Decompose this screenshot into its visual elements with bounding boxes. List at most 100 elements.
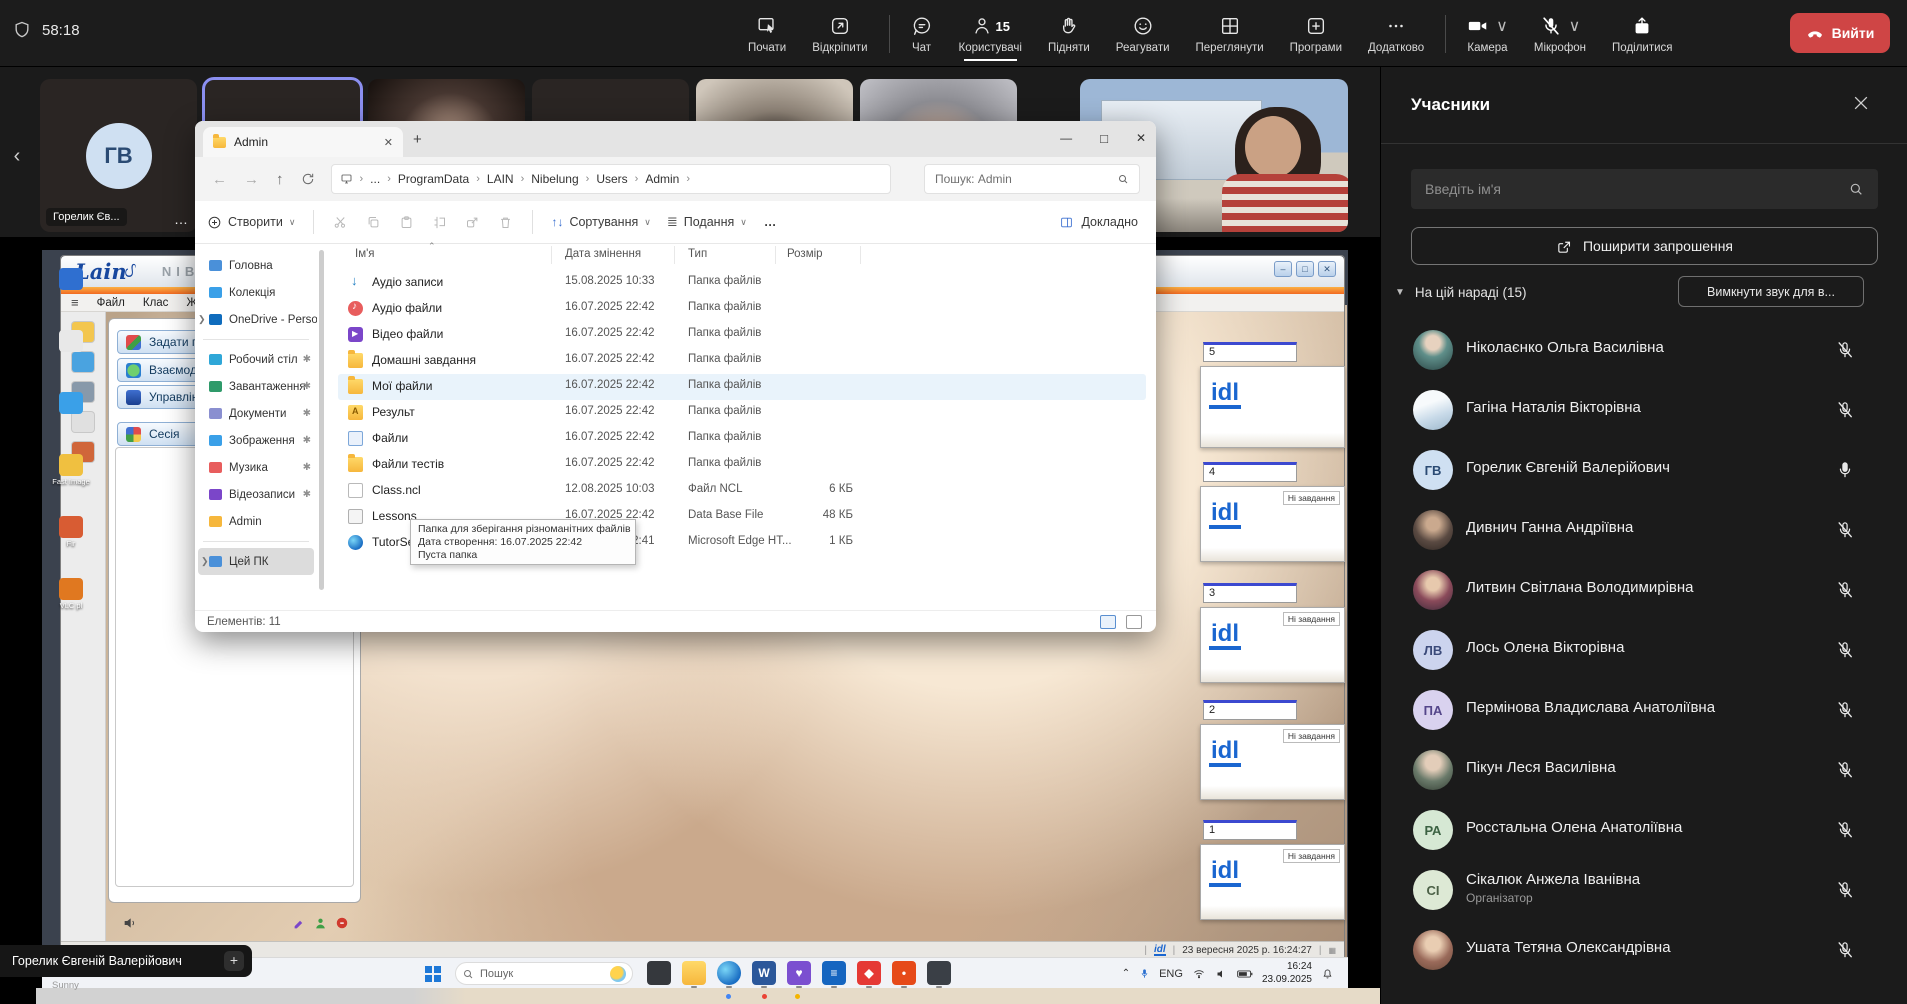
participant-row[interactable]: СІСікалюк Анжела ІванівнаОрганізатор xyxy=(1381,860,1907,920)
crumb-ProgramData[interactable]: ProgramData xyxy=(398,172,469,186)
nav-item-головна[interactable]: Головна xyxy=(195,252,317,279)
toolbar-камера[interactable]: ∨Камера xyxy=(1454,0,1521,67)
edge-icon[interactable] xyxy=(717,961,741,985)
plus-icon[interactable]: + xyxy=(224,951,244,971)
record-stop-icon[interactable] xyxy=(335,916,349,930)
explorer-tab-admin[interactable]: Admin ✕ xyxy=(203,127,403,157)
rename-icon[interactable] xyxy=(432,215,447,230)
chevron-down-icon[interactable]: ∨ xyxy=(1569,16,1581,36)
toolbar-додатково[interactable]: Додатково xyxy=(1355,0,1437,67)
toolbar-програми[interactable]: Програми xyxy=(1277,0,1355,67)
nav-item-зображення[interactable]: Зображення✱ xyxy=(195,427,317,454)
expander-icon[interactable]: ❯ xyxy=(201,556,209,567)
nav-item-admin[interactable]: Admin xyxy=(195,508,317,535)
desktop-icon-3[interactable] xyxy=(46,392,96,416)
col-name[interactable]: Ім'я xyxy=(355,248,375,260)
desktop-icon-6[interactable]: VLC pl xyxy=(46,578,96,610)
language-indicator[interactable]: ENG xyxy=(1159,968,1183,980)
col-size[interactable]: Розмір xyxy=(787,248,823,260)
crumb-Admin[interactable]: Admin xyxy=(645,172,679,186)
mic-muted-icon[interactable] xyxy=(1835,760,1855,780)
copy-icon[interactable] xyxy=(366,215,381,230)
student-window-3[interactable]: idlНі завдання xyxy=(1200,607,1345,683)
desktop-icon-4[interactable]: Fast Image xyxy=(46,454,96,486)
new-button[interactable]: Створити∨ xyxy=(207,215,295,230)
participant-row[interactable]: ЛВЛось Олена Вікторівна xyxy=(1381,620,1907,680)
student-tile-header-2[interactable]: 2 xyxy=(1203,700,1297,720)
participant-row[interactable]: РАРосстальна Олена Анатоліївна xyxy=(1381,800,1907,860)
file-row-файли[interactable]: Файли 16.07.2025 22:42 Папка файлів xyxy=(338,426,1146,452)
nav-item-колекція[interactable]: Колекція xyxy=(195,279,317,306)
file-row-відео-файли[interactable]: Відео файли 16.07.2025 22:42 Папка файлі… xyxy=(338,322,1146,348)
security-icon[interactable]: ♥ xyxy=(787,961,811,985)
notification-bell-icon[interactable] xyxy=(1321,967,1334,980)
nav-item-завантаження[interactable]: Завантаження✱ xyxy=(195,373,317,400)
taskbar-search[interactable]: Пошук xyxy=(455,962,633,985)
wifi-icon[interactable] xyxy=(1192,968,1206,980)
participant-row[interactable]: Ушата Тетяна Олександрівна xyxy=(1381,920,1907,980)
up-icon[interactable]: ↑ xyxy=(276,171,284,188)
mic-on-icon[interactable] xyxy=(1835,460,1855,480)
toolbar-підняти[interactable]: Підняти xyxy=(1035,0,1103,67)
video-tile-1[interactable]: ГВГорелик Єв...… xyxy=(40,79,197,232)
mic-muted-icon[interactable] xyxy=(1835,640,1855,660)
crumb-Users[interactable]: Users xyxy=(596,172,627,186)
person-icon[interactable] xyxy=(314,917,327,930)
volume-icon[interactable] xyxy=(1215,968,1228,980)
paste-icon[interactable] xyxy=(399,215,414,230)
delete-icon[interactable] xyxy=(498,215,513,230)
file-row-мої-файли[interactable]: Мої файли 16.07.2025 22:42 Папка файлів xyxy=(338,374,1146,400)
col-type[interactable]: Тип xyxy=(688,248,707,260)
participant-search-input[interactable]: Введіть ім'я xyxy=(1411,169,1878,209)
student-tile-header-3[interactable]: 3 xyxy=(1203,583,1297,603)
participant-row[interactable]: ГВГорелик Євгеній Валерійович xyxy=(1381,440,1907,500)
in-meeting-section[interactable]: ▼ На цій нараді (15) Вимкнути звук для в… xyxy=(1395,276,1894,308)
nav-item-onedrive---perso[interactable]: ❯OneDrive - Perso xyxy=(195,306,317,333)
word-icon[interactable]: W xyxy=(752,961,776,985)
maximize-button[interactable]: □ xyxy=(1100,131,1108,146)
tray-chevron-icon[interactable]: ⌃ xyxy=(1122,968,1130,979)
lines-app-icon[interactable]: ≡ xyxy=(822,961,846,985)
toolbar-переглянути[interactable]: Переглянути xyxy=(1183,0,1277,67)
mic-muted-icon[interactable] xyxy=(1835,400,1855,420)
col-date[interactable]: Дата змінення xyxy=(565,248,641,260)
menu-клас[interactable]: Клас xyxy=(143,297,169,309)
orange-app-icon[interactable]: • xyxy=(892,961,916,985)
menu-файл[interactable]: Файл xyxy=(97,297,125,309)
participant-row[interactable]: Дивнич Ганна Андріївна xyxy=(1381,500,1907,560)
new-tab-button[interactable]: + xyxy=(413,131,422,148)
desktop-icon-5[interactable]: Fir xyxy=(46,516,96,548)
crumb-LAIN[interactable]: LAIN xyxy=(487,172,514,186)
nib-minimize-button[interactable]: – xyxy=(1274,261,1292,277)
nav-item-документи[interactable]: Документи✱ xyxy=(195,400,317,427)
chevron-down-icon[interactable]: ∨ xyxy=(1496,16,1508,36)
tray-mic-icon[interactable] xyxy=(1139,967,1150,980)
participant-row[interactable]: Литвин Світлана Володимирівна xyxy=(1381,560,1907,620)
more-commands-icon[interactable]: … xyxy=(764,215,777,229)
student-window-5[interactable]: idl xyxy=(1200,366,1345,448)
toolbar-відкріпити[interactable]: Відкріпити xyxy=(799,0,880,67)
crumb-ellipsis[interactable]: ... xyxy=(370,172,380,186)
mute-all-button[interactable]: Вимкнути звук для в... xyxy=(1678,276,1864,307)
mic-muted-icon[interactable] xyxy=(1835,580,1855,600)
breadcrumb[interactable]: ›...›ProgramData›LAIN›Nibelung›Users›Adm… xyxy=(331,164,891,194)
toolbar-реагувати[interactable]: Реагувати xyxy=(1103,0,1183,67)
student-tile-header-4[interactable]: 4 xyxy=(1203,462,1297,482)
desktop-icon-1[interactable] xyxy=(46,268,96,292)
notepad-icon[interactable] xyxy=(647,961,671,985)
tab-close-icon[interactable]: ✕ xyxy=(384,136,393,149)
mic-muted-icon[interactable] xyxy=(1835,520,1855,540)
participant-row[interactable]: Пікун Леся Василівна xyxy=(1381,740,1907,800)
taskbar-clock[interactable]: 16:24 23.09.2025 xyxy=(1262,961,1312,986)
expander-icon[interactable]: ❯ xyxy=(198,314,206,325)
start-button[interactable] xyxy=(425,966,441,982)
student-tile-header-1[interactable]: 1 xyxy=(1203,820,1297,840)
nav-item-робочий-стіл[interactable]: Робочий стіл✱ xyxy=(195,346,317,373)
list-view-toggle[interactable] xyxy=(1100,615,1116,629)
nav-item-цей-пк[interactable]: ❯Цей ПК xyxy=(198,548,314,575)
nav-item-музика[interactable]: Музика✱ xyxy=(195,454,317,481)
view-button[interactable]: ≣ Подання∨ xyxy=(667,214,747,230)
refresh-icon[interactable] xyxy=(301,172,315,186)
file-row-class-ncl[interactable]: Class.ncl 12.08.2025 10:03 Файл NCL 6 КБ xyxy=(338,478,1146,504)
speaker-icon[interactable] xyxy=(122,915,138,931)
